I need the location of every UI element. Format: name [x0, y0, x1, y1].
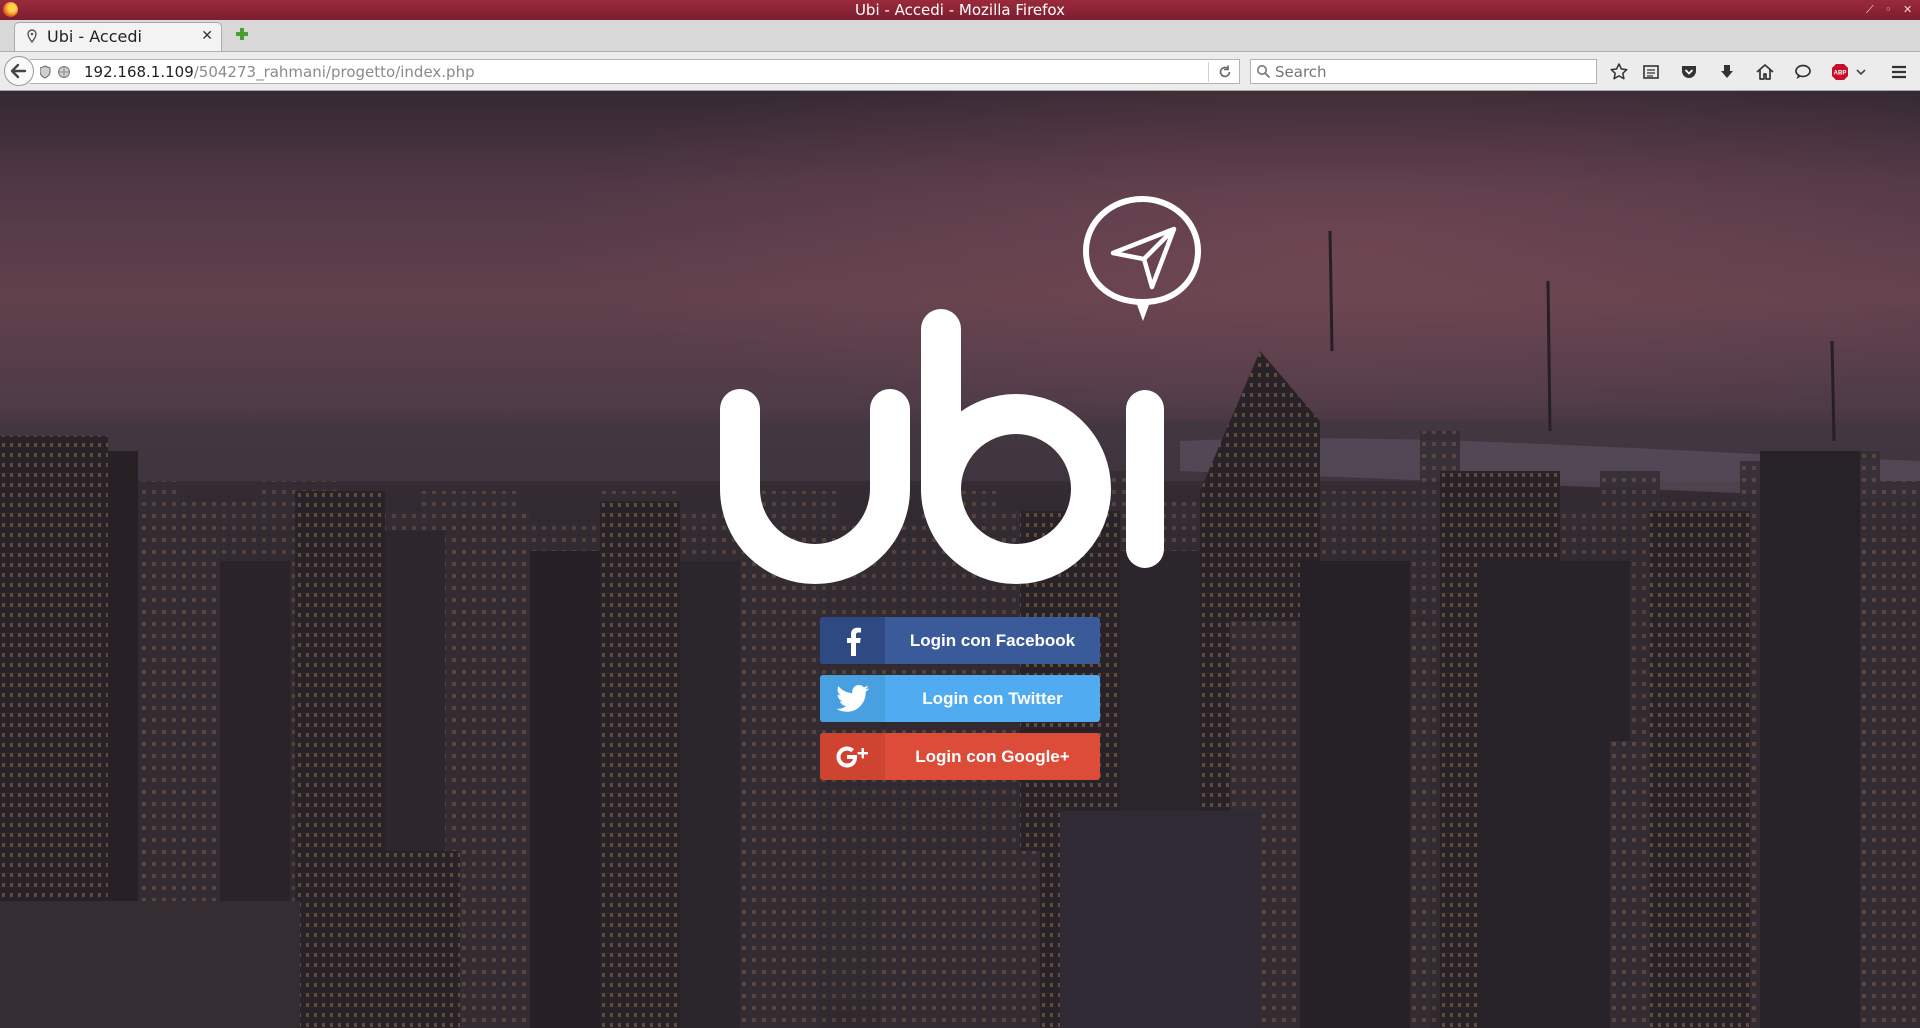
close-window-icon[interactable]: ✕ — [1903, 0, 1912, 20]
login-twitter-label: Login con Twitter — [922, 689, 1063, 708]
back-arrow-icon — [10, 63, 27, 79]
search-bar[interactable] — [1250, 59, 1597, 84]
reading-list-icon[interactable] — [1641, 62, 1661, 82]
download-icon[interactable] — [1717, 62, 1737, 82]
navigation-toolbar: 192.168.1.109/504273_rahmani/progetto/in… — [0, 52, 1920, 91]
login-facebook-button[interactable]: Login con Facebook — [820, 617, 1100, 664]
logo-text: ubi — [712, 159, 714, 160]
ubi-logo: ubi — [712, 159, 1202, 584]
pocket-icon[interactable] — [1679, 62, 1699, 82]
window-title-bar: Ubi - Accedi - Mozilla Firefox ⟋ ◦ ✕ — [0, 0, 1920, 20]
adblock-plus-icon[interactable]: ABP — [1830, 62, 1850, 82]
maximize-icon[interactable]: ◦ — [1885, 0, 1892, 20]
google-plus-icon — [820, 733, 885, 780]
url-text[interactable]: 192.168.1.109/504273_rahmani/progetto/in… — [84, 63, 475, 81]
new-tab-icon[interactable] — [234, 26, 250, 42]
site-security-icon[interactable] — [40, 65, 76, 79]
url-bar[interactable]: 192.168.1.109/504273_rahmani/progetto/in… — [30, 59, 1240, 84]
tab-title: Ubi - Accedi — [47, 27, 142, 46]
location-pin-icon — [27, 29, 37, 43]
login-facebook-label: Login con Facebook — [909, 631, 1076, 650]
bookmark-star-icon[interactable] — [1609, 62, 1629, 82]
login-twitter-button[interactable]: Login con Twitter — [820, 675, 1100, 722]
chat-icon[interactable] — [1793, 62, 1813, 82]
page-background: ubi Login con Facebook Login con Twitter — [0, 91, 1920, 1028]
firefox-logo-icon — [3, 2, 18, 17]
login-google-label: Login con Google+ — [915, 747, 1070, 766]
tab-close-icon[interactable]: ✕ — [201, 28, 213, 44]
minimize-icon[interactable]: ⟋ — [1866, 0, 1874, 20]
back-button[interactable] — [4, 56, 34, 86]
reload-icon[interactable] — [1217, 64, 1233, 80]
url-divider — [1208, 62, 1209, 82]
svg-text:ABP: ABP — [1834, 71, 1847, 77]
tab-strip: Ubi - Accedi ✕ — [0, 20, 1920, 52]
twitter-icon — [820, 675, 885, 722]
search-icon — [1257, 65, 1271, 79]
url-host: 192.168.1.109 — [84, 63, 194, 81]
facebook-icon — [820, 617, 885, 664]
chevron-down-icon[interactable] — [1855, 62, 1867, 82]
login-google-button[interactable]: Login con Google+ — [820, 733, 1100, 780]
search-input[interactable] — [1275, 62, 1575, 81]
window-title: Ubi - Accedi - Mozilla Firefox — [854, 1, 1066, 19]
url-path: /504273_rahmani/progetto/index.php — [193, 63, 475, 81]
tab-ubi-accedi[interactable]: Ubi - Accedi ✕ — [14, 22, 222, 51]
home-icon[interactable] — [1755, 62, 1775, 82]
menu-icon[interactable] — [1889, 62, 1909, 82]
